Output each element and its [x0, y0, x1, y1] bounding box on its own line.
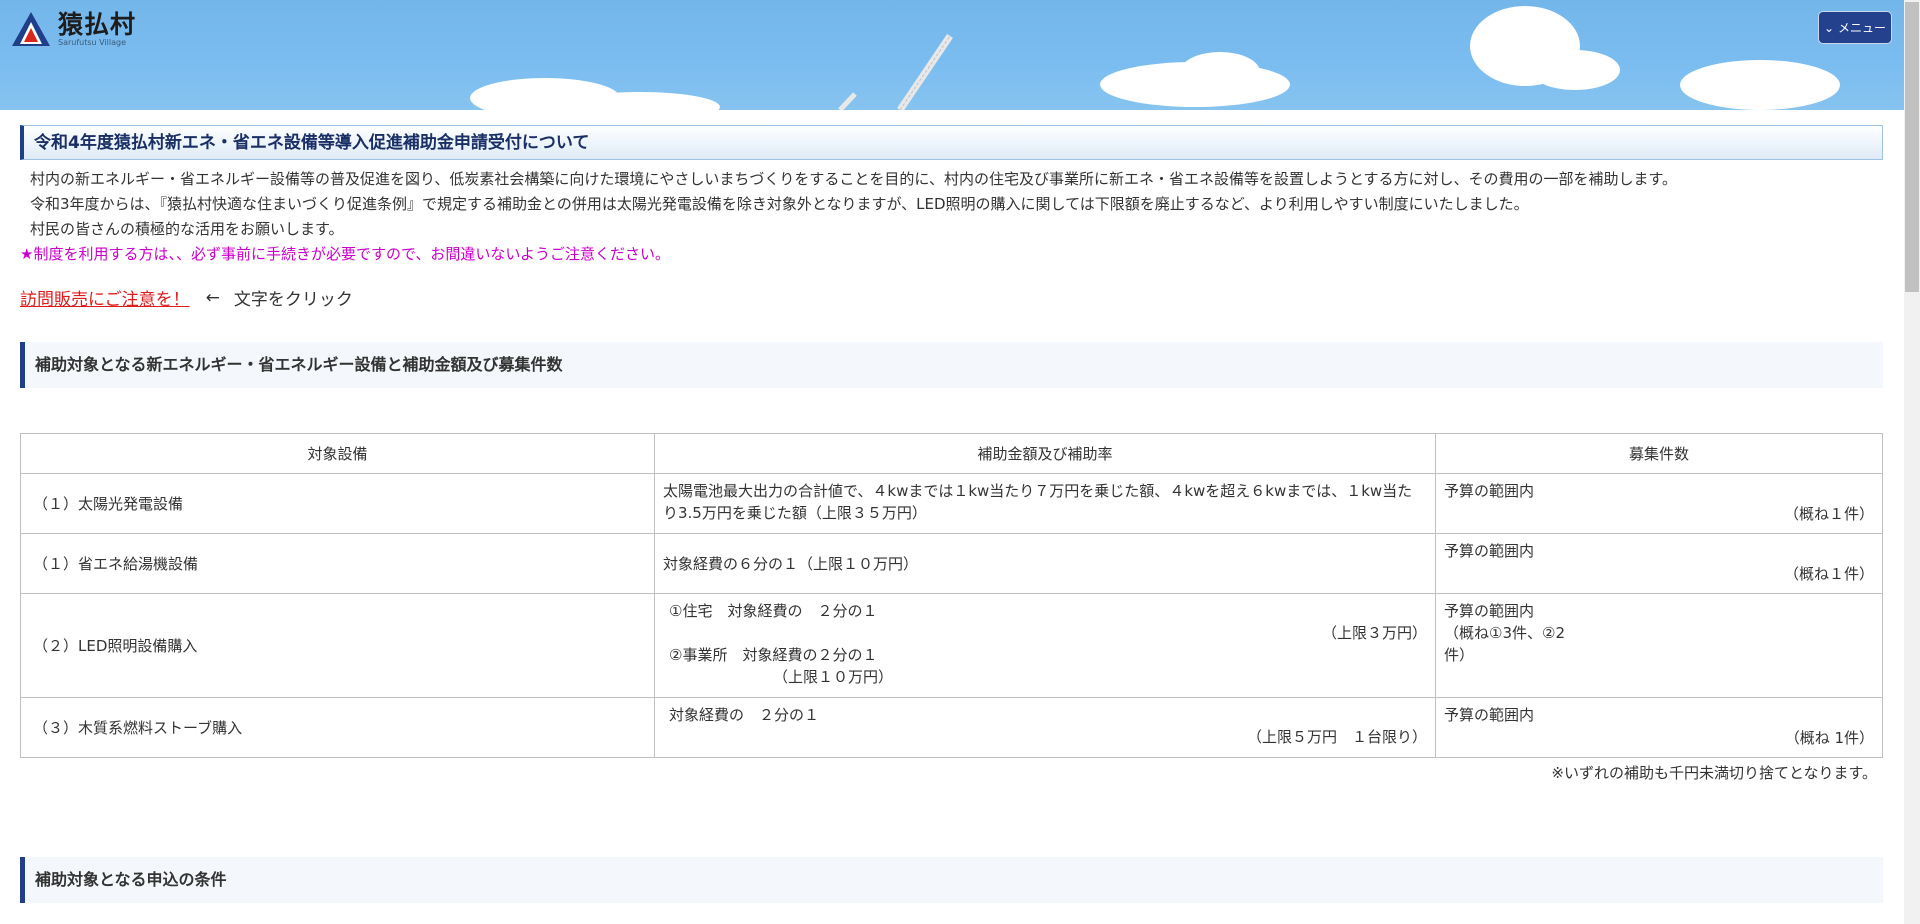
- page-title: 令和4年度猿払村新エネ・省エネ設備等導入促進補助金申請受付について: [20, 125, 1883, 160]
- subsidy-table: 対象設備 補助金額及び補助率 募集件数 （１）太陽光発電設備 太陽電池最大出力の…: [20, 433, 1883, 758]
- village-emblem-icon: [12, 12, 50, 46]
- section-heading-equipment: 補助対象となる新エネルギー・省エネルギー設備と補助金額及び募集件数: [20, 342, 1883, 388]
- main-content: 令和4年度猿払村新エネ・省エネ設備等導入促進補助金申請受付について 村内の新エネ…: [20, 125, 1883, 783]
- amount-cell: ①住宅 対象経費の ２分の１ （上限３万円） ②事業所 対象経費の２分の１ （上…: [654, 593, 1436, 698]
- arrow-left-icon: ←: [205, 287, 220, 308]
- table-row: （２）LED照明設備購入 ①住宅 対象経費の ２分の１ （上限３万円） ②事業所…: [20, 593, 1883, 698]
- equipment-cell: （２）LED照明設備購入: [20, 593, 655, 698]
- recruit-count-cont: 件）: [1444, 646, 1475, 664]
- column-header: 補助金額及び補助率: [654, 433, 1436, 474]
- visit-sales-link[interactable]: 訪問販売にご注意を！: [20, 285, 190, 310]
- recruit-cell: 予算の範囲内 （概ね 1件）: [1435, 697, 1883, 758]
- amount-business-limit: （上限１０万円）: [773, 668, 894, 686]
- amount-cell: 対象経費の６分の１（上限１０万円）: [654, 533, 1436, 594]
- logo-title: 猿払村: [58, 9, 137, 39]
- table-header-row: 対象設備 補助金額及び補助率 募集件数: [20, 433, 1883, 474]
- amount-cell: 対象経費の ２分の１ （上限５万円 １台限り）: [654, 697, 1436, 758]
- amount-residential: ①住宅 対象経費の ２分の１: [669, 602, 878, 620]
- equipment-cell: （１）太陽光発電設備: [20, 473, 655, 534]
- recruit-count: （概ね１件）: [1783, 565, 1874, 583]
- recruit-cell: 予算の範囲内 （概ね①3件、②2 件）: [1435, 593, 1883, 698]
- table-row: （３）木質系燃料ストーブ購入 対象経費の ２分の１ （上限５万円 １台限り） 予…: [20, 697, 1883, 758]
- column-header: 対象設備: [20, 433, 655, 474]
- amount-stove: 対象経費の ２分の１: [669, 706, 820, 724]
- column-header: 募集件数: [1435, 433, 1883, 474]
- amount-stove-limit: （上限５万円 １台限り）: [1246, 728, 1427, 746]
- table-row: （１）太陽光発電設備 太陽電池最大出力の合計値で、４kwまでは１kw当たり７万円…: [20, 473, 1883, 534]
- amount-residential-limit: （上限３万円）: [1321, 624, 1427, 642]
- recruit-text: 予算の範囲内: [1444, 542, 1535, 560]
- cloud-decoration: [1180, 52, 1260, 92]
- wind-turbine-illustration: [838, 34, 953, 110]
- menu-label: メニュー: [1838, 21, 1887, 35]
- cloud-decoration: [1680, 60, 1840, 110]
- click-hint: 文字をクリック: [233, 290, 353, 310]
- site-header: 猿払村 Sarufutsu Village ⌄ メニュー: [0, 0, 1904, 110]
- cloud-decoration: [1530, 50, 1620, 90]
- intro-text: 村内の新エネルギー・省エネルギー設備等の普及促進を図り、低炭素社会構築に向けた環…: [20, 167, 1883, 267]
- intro-paragraph: 令和3年度からは、『猿払村快適な住まいづくり促進条例』で規定する補助金との併用は…: [30, 195, 1529, 213]
- recruit-text: 予算の範囲内: [1444, 602, 1535, 620]
- section-heading-conditions: 補助対象となる申込の条件: [20, 857, 1883, 903]
- equipment-cell: （１）省エネ給湯機設備: [20, 533, 655, 594]
- recruit-count: （概ね①3件、②2: [1444, 624, 1565, 642]
- intro-paragraph: 村民の皆さんの積極的な活用をお願いします。: [30, 220, 344, 238]
- notice-text: ★制度を利用する方は、、必ず事前に手続きが必要ですので、お間違いないようご注意く…: [20, 245, 671, 263]
- logo-subtitle: Sarufutsu Village: [58, 37, 127, 47]
- menu-button[interactable]: ⌄ メニュー: [1818, 11, 1892, 44]
- amount-business: ②事業所 対象経費の２分の１: [669, 646, 878, 664]
- recruit-cell: 予算の範囲内 （概ね１件）: [1435, 473, 1883, 534]
- site-logo[interactable]: 猿払村 Sarufutsu Village: [10, 10, 136, 48]
- recruit-text: 予算の範囲内: [1444, 706, 1535, 724]
- recruit-count: （概ね１件）: [1783, 505, 1874, 523]
- amount-cell: 太陽電池最大出力の合計値で、４kwまでは１kw当たり７万円を乗じた額、４kwを超…: [654, 473, 1436, 534]
- scrollbar-thumb[interactable]: [1905, 2, 1919, 292]
- recruit-text: 予算の範囲内: [1444, 482, 1535, 500]
- rounding-note: ※いずれの補助も千円未満切り捨てとなります。: [1551, 764, 1877, 782]
- intro-paragraph: 村内の新エネルギー・省エネルギー設備等の普及促進を図り、低炭素社会構築に向けた環…: [30, 170, 1678, 188]
- equipment-cell: （３）木質系燃料ストーブ購入: [20, 697, 655, 758]
- recruit-cell: 予算の範囲内 （概ね１件）: [1435, 533, 1883, 594]
- chevron-down-icon: ⌄: [1823, 20, 1835, 35]
- recruit-count: （概ね 1件）: [1784, 729, 1874, 747]
- table-row: （１）省エネ給湯機設備 対象経費の６分の１（上限１０万円） 予算の範囲内 （概ね…: [20, 533, 1883, 594]
- visit-sales-warning: 訪問販売にご注意を！ ← 文字をクリック: [20, 285, 1883, 311]
